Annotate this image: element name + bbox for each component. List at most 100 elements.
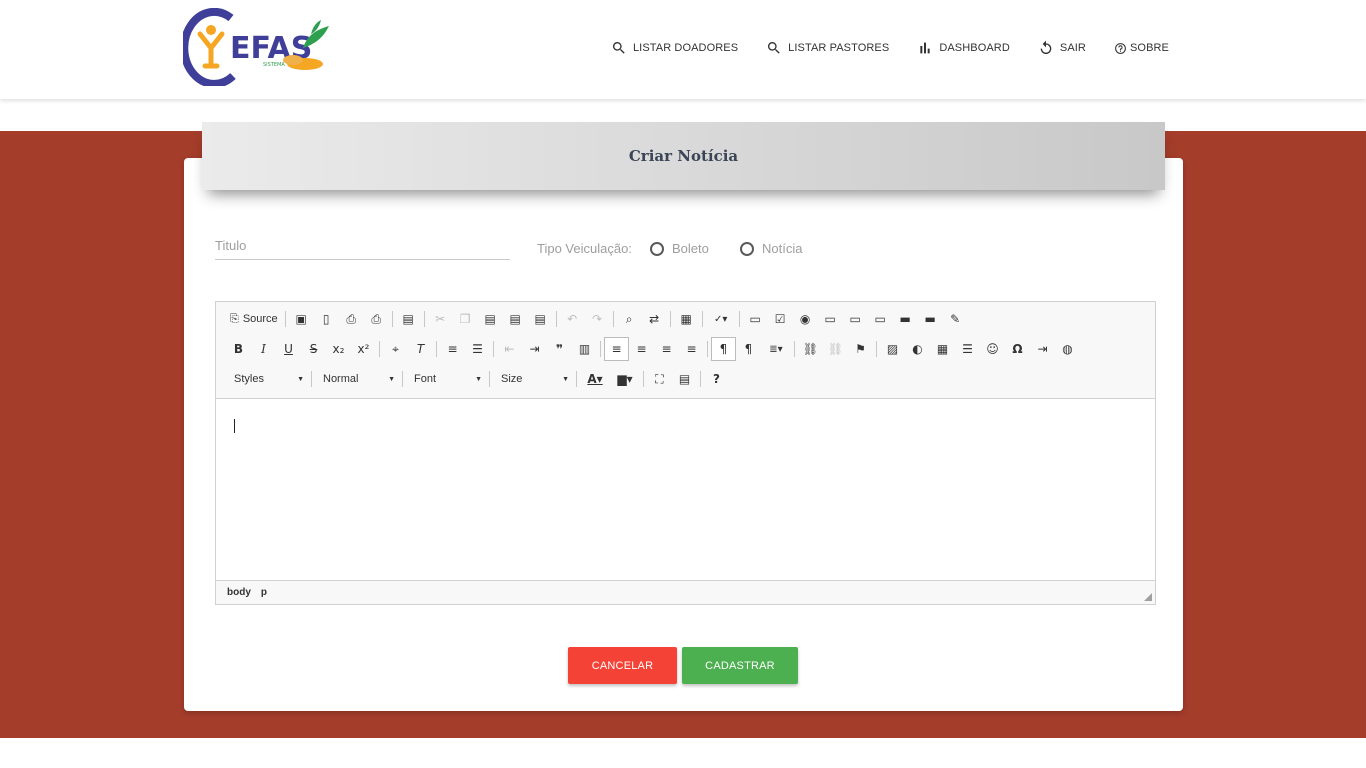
- show-blocks-icon[interactable]: ▤: [672, 367, 697, 391]
- strike-icon[interactable]: S: [301, 337, 326, 361]
- size-combo[interactable]: Size ▼: [493, 367, 573, 391]
- chevron-down-icon: ▼: [475, 375, 482, 383]
- toolbar-separator: [701, 311, 703, 327]
- nav-sair[interactable]: SAIR: [1038, 40, 1086, 56]
- radio-label: Notícia: [762, 241, 803, 256]
- blockquote-icon[interactable]: ❞: [547, 337, 572, 361]
- radio-noticia[interactable]: Notícia: [740, 241, 802, 256]
- cancel-button[interactable]: CANCELAR: [568, 647, 677, 684]
- spellcheck-icon[interactable]: ✓▾: [706, 307, 736, 331]
- italic-icon[interactable]: I: [251, 337, 276, 361]
- image-button-icon[interactable]: ▬: [918, 307, 943, 331]
- rich-text-editor: ⎘ Source ▣ ▯ ⎙ ⎙ ▤ ✂ ❐ ▤ ▤ ▤ ↶ ↷ ⌕ ⇄ ▦ ✓: [215, 301, 1156, 605]
- radio-circle[interactable]: [740, 241, 754, 256]
- path-item-p[interactable]: p: [261, 587, 267, 598]
- textarea-icon[interactable]: ▭: [843, 307, 868, 331]
- path-item-body[interactable]: body: [227, 587, 251, 598]
- toolbar-separator: [436, 341, 437, 357]
- save-icon[interactable]: ▣: [289, 307, 314, 331]
- cadastrar-button[interactable]: CADASTRAR: [682, 647, 798, 684]
- help-icon[interactable]: ?: [704, 367, 729, 391]
- refresh-icon: [1040, 40, 1052, 54]
- nav-listar-doadores[interactable]: LISTAR DOADORES: [611, 40, 738, 56]
- page-break-icon[interactable]: ⇥: [1030, 337, 1055, 361]
- find-icon[interactable]: ⌕: [617, 307, 642, 331]
- bg-color-icon[interactable]: ▆▾: [610, 367, 640, 391]
- table-icon[interactable]: ▦: [930, 337, 955, 361]
- flash-icon[interactable]: ◐: [905, 337, 930, 361]
- form-icon[interactable]: ▭: [743, 307, 768, 331]
- text-color-icon[interactable]: A▾: [580, 367, 610, 391]
- align-right-icon[interactable]: ≡: [654, 337, 679, 361]
- align-center-icon[interactable]: ≡: [629, 337, 654, 361]
- subscript-icon[interactable]: x₂: [326, 337, 351, 361]
- preview-icon[interactable]: ⎙: [339, 307, 364, 331]
- numbered-list-icon[interactable]: ≡: [440, 337, 465, 361]
- maximize-icon[interactable]: ⛶: [647, 367, 672, 391]
- ltr-icon[interactable]: ¶: [711, 337, 736, 361]
- nav-label: LISTAR PASTORES: [788, 42, 890, 54]
- titulo-input[interactable]: [215, 234, 510, 257]
- toolbar-separator: [311, 371, 312, 387]
- outdent-icon[interactable]: ⇤: [497, 337, 522, 361]
- smiley-icon[interactable]: ☺: [980, 337, 1005, 361]
- nav-dashboard[interactable]: DASHBOARD: [917, 40, 1010, 56]
- undo-icon[interactable]: ↶: [560, 307, 585, 331]
- superscript-icon[interactable]: x²: [351, 337, 376, 361]
- paste-text-icon[interactable]: ▤: [503, 307, 528, 331]
- format-combo[interactable]: Normal ▼: [315, 367, 399, 391]
- search-icon: [612, 42, 625, 54]
- link-icon[interactable]: ⛓: [798, 337, 823, 361]
- templates-icon[interactable]: ▤: [396, 307, 421, 331]
- button-icon[interactable]: ▬: [893, 307, 918, 331]
- checkbox-icon[interactable]: ☑: [768, 307, 793, 331]
- editor-toolbar: ⎘ Source ▣ ▯ ⎙ ⎙ ▤ ✂ ❐ ▤ ▤ ▤ ↶ ↷ ⌕ ⇄ ▦ ✓: [216, 302, 1155, 399]
- source-button[interactable]: ⎘ Source: [226, 307, 282, 331]
- brand-logo[interactable]: EFAS SISTEMA: [180, 7, 333, 88]
- radio-boleto[interactable]: Boleto: [650, 241, 709, 256]
- text-cursor: [234, 419, 235, 433]
- unlink-icon[interactable]: ⛓: [823, 337, 848, 361]
- combo-label: Font: [414, 373, 437, 385]
- select-all-icon[interactable]: ▦: [674, 307, 699, 331]
- radio-circle[interactable]: [650, 241, 664, 256]
- indent-icon[interactable]: ⇥: [522, 337, 547, 361]
- font-combo[interactable]: Font ▼: [406, 367, 486, 391]
- paste-word-icon[interactable]: ▤: [528, 307, 553, 331]
- styles-combo[interactable]: Styles ▼: [226, 367, 308, 391]
- print-icon[interactable]: ⎙: [364, 307, 389, 331]
- align-justify-icon[interactable]: ≡: [679, 337, 704, 361]
- new-page-icon[interactable]: ▯: [314, 307, 339, 331]
- anchor-icon[interactable]: ⚑: [848, 337, 873, 361]
- copy-icon[interactable]: ❐: [453, 307, 478, 331]
- bulleted-list-icon[interactable]: ☰: [465, 337, 490, 361]
- radio-icon[interactable]: ◉: [793, 307, 818, 331]
- underline-icon[interactable]: U: [276, 337, 301, 361]
- nav-listar-pastores[interactable]: LISTAR PASTORES: [766, 40, 889, 56]
- div-icon[interactable]: ▥: [572, 337, 597, 361]
- source-icon: ⎘: [230, 312, 239, 325]
- nav-sobre[interactable]: SOBRE: [1114, 42, 1169, 55]
- toolbar-row-1: ⎘ Source ▣ ▯ ⎙ ⎙ ▤ ✂ ❐ ▤ ▤ ▤ ↶ ↷ ⌕ ⇄ ▦ ✓: [226, 307, 968, 331]
- cut-icon[interactable]: ✂: [428, 307, 453, 331]
- logo-subtext: SISTEMA: [263, 62, 285, 68]
- copy-format-icon[interactable]: ⌖: [383, 337, 408, 361]
- special-char-icon[interactable]: Ω: [1005, 337, 1030, 361]
- resize-handle-icon[interactable]: [1144, 593, 1152, 601]
- language-icon[interactable]: ≣▾: [761, 337, 791, 361]
- align-left-icon[interactable]: ≡: [604, 337, 629, 361]
- image-icon[interactable]: ▨: [880, 337, 905, 361]
- textfield-icon[interactable]: ▭: [818, 307, 843, 331]
- remove-format-icon[interactable]: T: [408, 337, 433, 361]
- editor-content-area[interactable]: [216, 399, 1155, 580]
- redo-icon[interactable]: ↷: [585, 307, 610, 331]
- iframe-icon[interactable]: ◍: [1055, 337, 1080, 361]
- bold-icon[interactable]: B: [226, 337, 251, 361]
- rtl-icon[interactable]: ¶: [736, 337, 761, 361]
- horizontal-rule-icon[interactable]: ☰: [955, 337, 980, 361]
- toolbar-separator: [876, 341, 877, 357]
- select-icon[interactable]: ▭: [868, 307, 893, 331]
- replace-icon[interactable]: ⇄: [642, 307, 667, 331]
- paste-icon[interactable]: ▤: [478, 307, 503, 331]
- hidden-field-icon[interactable]: ✎: [943, 307, 968, 331]
